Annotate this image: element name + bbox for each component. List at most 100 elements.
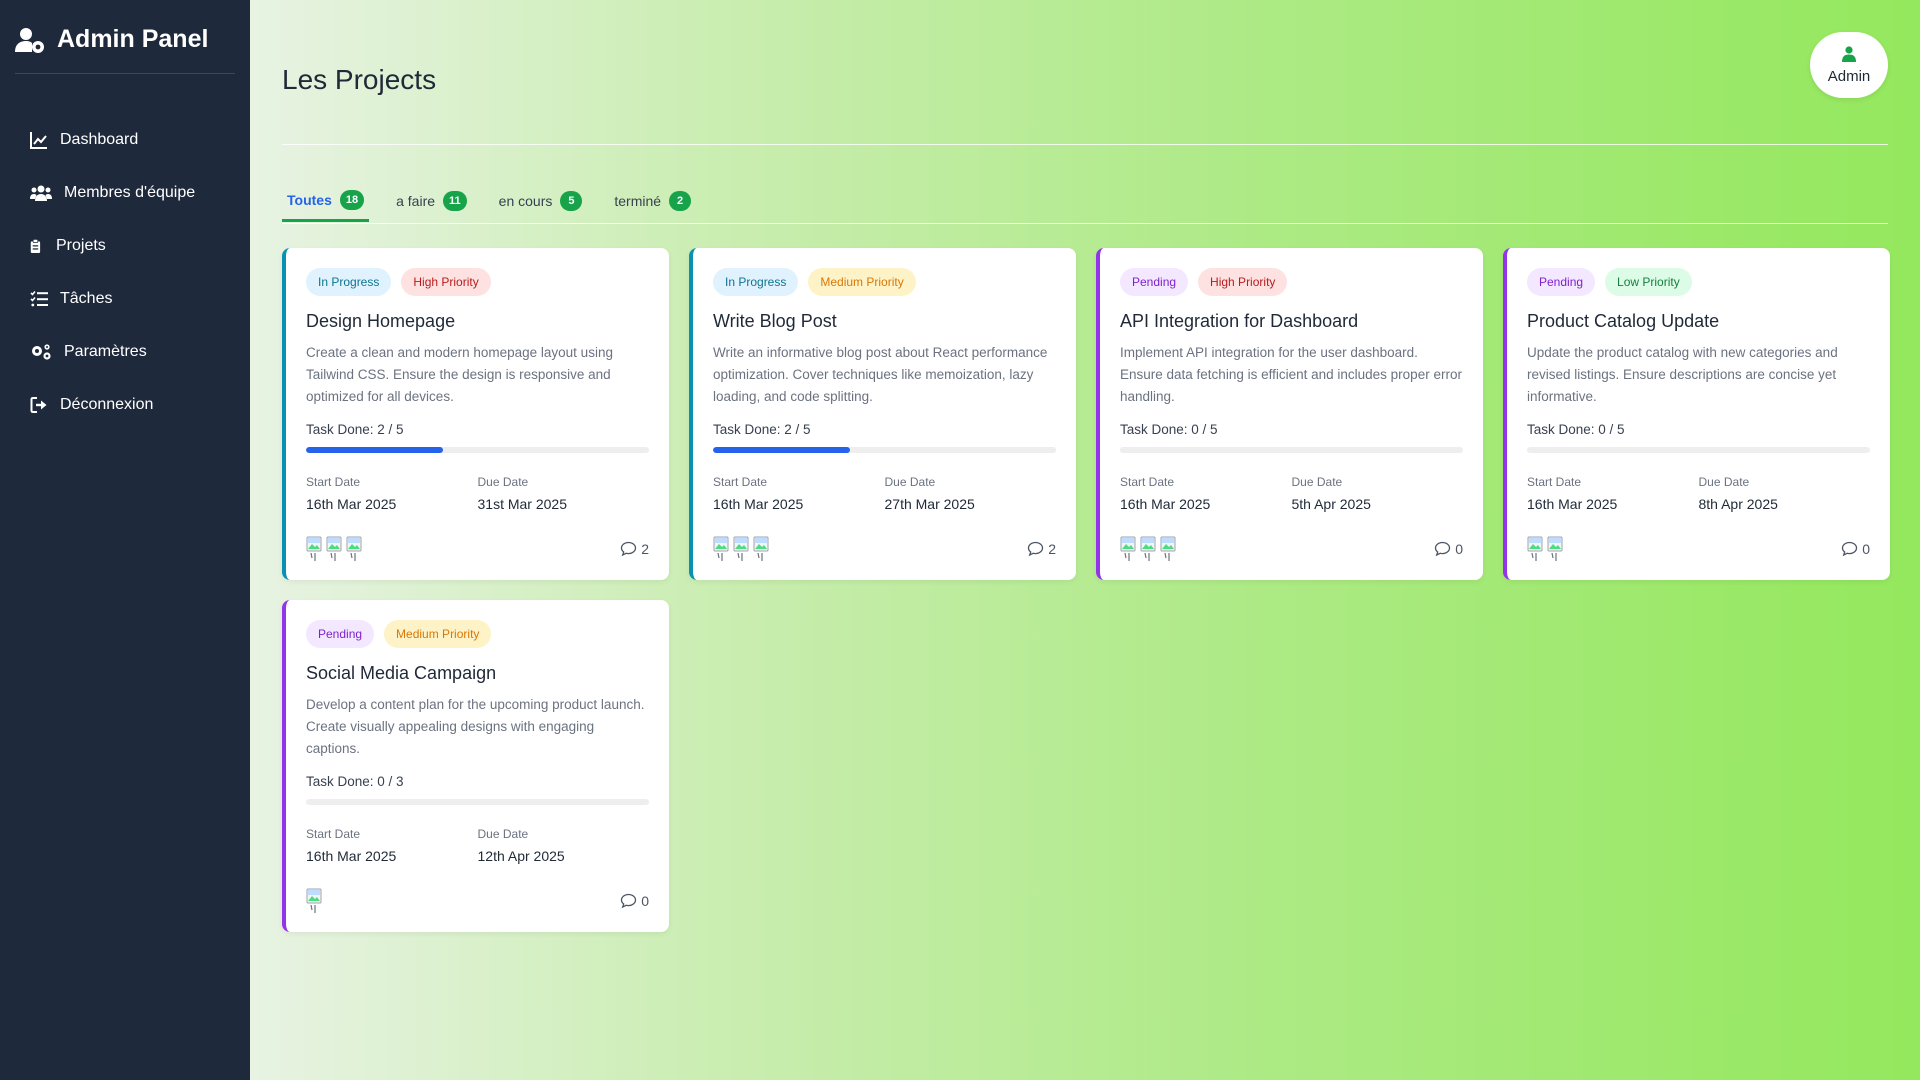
project-card[interactable]: Pending High Priority API Integration fo… bbox=[1096, 248, 1483, 580]
avatar-broken-image-icon bbox=[1547, 536, 1563, 561]
priority-badge: Medium Priority bbox=[808, 268, 916, 296]
assignee-avatars bbox=[306, 888, 324, 914]
comment-icon bbox=[621, 541, 637, 557]
comments-button[interactable]: 0 bbox=[1841, 541, 1870, 557]
user-menu-button[interactable]: Admin bbox=[1810, 32, 1888, 98]
sidebar-item-label: Dashboard bbox=[60, 130, 139, 148]
avatar-broken-image-icon bbox=[1160, 536, 1176, 561]
avatar-broken-image-icon bbox=[346, 536, 362, 561]
tab-in-progress[interactable]: en cours 5 bbox=[494, 180, 588, 222]
avatar-broken-image-icon bbox=[326, 536, 342, 561]
header-divider bbox=[282, 144, 1888, 145]
status-badge: Pending bbox=[306, 620, 375, 648]
start-date-label: Start Date bbox=[1120, 475, 1175, 489]
task-list-icon bbox=[30, 290, 48, 306]
sidebar-item-settings[interactable]: Paramètres bbox=[30, 325, 230, 378]
project-tabs: Toutes 18 a faire 11 en cours 5 terminé … bbox=[282, 180, 718, 222]
project-card[interactable]: In Progress High Priority Design Homepag… bbox=[282, 248, 669, 580]
sidebar-item-label: Paramètres bbox=[64, 342, 147, 360]
page-title: Les Projects bbox=[282, 64, 437, 95]
avatar-broken-image-icon bbox=[306, 536, 322, 561]
task-done-text: Task Done: 2 / 5 bbox=[306, 422, 404, 437]
project-title: Product Catalog Update bbox=[1527, 311, 1720, 331]
sidebar-item-logout[interactable]: Déconnexion bbox=[30, 378, 230, 431]
start-date-value: 16th Mar 2025 bbox=[1527, 496, 1618, 512]
tab-todo[interactable]: a faire 11 bbox=[391, 180, 472, 222]
tab-label: en cours bbox=[498, 193, 553, 209]
comment-count: 2 bbox=[641, 541, 649, 557]
comment-count: 0 bbox=[641, 893, 649, 909]
sidebar-nav: Dashboard Membres d'équipe Projets Tâche… bbox=[30, 113, 230, 431]
tab-count-badge: 2 bbox=[669, 191, 692, 211]
clipboard-icon bbox=[30, 238, 41, 253]
comments-button[interactable]: 2 bbox=[1027, 541, 1056, 557]
progress-bar bbox=[306, 799, 649, 805]
progress-fill bbox=[306, 447, 444, 453]
main-content: Les Projects Admin Toutes 18 a faire 11 … bbox=[250, 0, 1920, 1080]
tab-label: a faire bbox=[396, 193, 436, 209]
tab-count-badge: 5 bbox=[560, 191, 583, 211]
logout-icon bbox=[30, 396, 47, 413]
comments-button[interactable]: 0 bbox=[1434, 541, 1463, 557]
comments-button[interactable]: 2 bbox=[620, 541, 649, 557]
sidebar-item-label: Déconnexion bbox=[60, 395, 154, 413]
task-done-text: Task Done: 0 / 3 bbox=[306, 774, 404, 789]
task-done-text: Task Done: 0 / 5 bbox=[1527, 422, 1625, 437]
start-date-value: 16th Mar 2025 bbox=[713, 496, 804, 512]
project-description: Implement API integration for the user d… bbox=[1120, 345, 1462, 404]
progress-bar bbox=[306, 447, 649, 453]
due-date-value: 8th Apr 2025 bbox=[1698, 496, 1778, 512]
start-date-label: Start Date bbox=[713, 475, 768, 489]
comment-icon bbox=[1435, 541, 1451, 557]
status-badge: In Progress bbox=[713, 268, 799, 296]
progress-bar bbox=[1527, 447, 1870, 453]
due-date-label: Due Date bbox=[1698, 475, 1750, 489]
start-date-label: Start Date bbox=[306, 827, 361, 841]
user-label: Admin bbox=[1827, 67, 1871, 85]
sidebar-item-label: Membres d'équipe bbox=[64, 183, 196, 201]
avatar-broken-image-icon bbox=[713, 536, 729, 561]
avatar-broken-image-icon bbox=[1527, 536, 1543, 561]
tab-label: terminé bbox=[614, 193, 662, 209]
due-date-label: Due Date bbox=[1291, 475, 1343, 489]
progress-bar bbox=[1120, 447, 1463, 453]
sidebar-item-projects[interactable]: Projets bbox=[30, 219, 230, 272]
sidebar-item-tasks[interactable]: Tâches bbox=[30, 272, 230, 325]
project-title: Social Media Campaign bbox=[306, 663, 497, 683]
task-done-text: Task Done: 2 / 5 bbox=[713, 422, 811, 437]
tab-label: Toutes bbox=[287, 191, 332, 208]
start-date-label: Start Date bbox=[1527, 475, 1582, 489]
due-date-label: Due Date bbox=[477, 475, 529, 489]
project-title: API Integration for Dashboard bbox=[1120, 311, 1359, 331]
status-badge: Pending bbox=[1527, 268, 1596, 296]
due-date-value: 27th Mar 2025 bbox=[884, 496, 975, 512]
tabs-divider bbox=[282, 223, 1888, 224]
gears-icon bbox=[32, 343, 51, 360]
start-date-value: 16th Mar 2025 bbox=[306, 496, 397, 512]
tab-completed[interactable]: terminé 2 bbox=[609, 180, 696, 222]
project-title: Design Homepage bbox=[306, 311, 456, 331]
avatar-broken-image-icon bbox=[306, 888, 322, 913]
user-cog-icon bbox=[15, 27, 44, 53]
comments-button[interactable]: 0 bbox=[620, 893, 649, 909]
project-grid: In Progress High Priority Design Homepag… bbox=[282, 248, 1892, 932]
assignee-avatars bbox=[1120, 536, 1178, 562]
tab-all[interactable]: Toutes 18 bbox=[282, 180, 370, 222]
project-title: Write Blog Post bbox=[713, 311, 837, 331]
project-card[interactable]: In Progress Medium Priority Write Blog P… bbox=[689, 248, 1076, 580]
project-description: Write an informative blog post about Rea… bbox=[713, 345, 1048, 404]
priority-badge: Medium Priority bbox=[384, 620, 492, 648]
due-date-value: 31st Mar 2025 bbox=[477, 496, 568, 512]
priority-badge: Low Priority bbox=[1605, 268, 1692, 296]
sidebar-item-dashboard[interactable]: Dashboard bbox=[30, 113, 230, 166]
sidebar-item-team-members[interactable]: Membres d'équipe bbox=[30, 166, 230, 219]
due-date-value: 5th Apr 2025 bbox=[1291, 496, 1371, 512]
comment-icon bbox=[621, 893, 637, 909]
users-icon bbox=[30, 185, 52, 201]
start-date-label: Start Date bbox=[306, 475, 361, 489]
start-date-value: 16th Mar 2025 bbox=[1120, 496, 1211, 512]
project-card[interactable]: Pending Low Priority Product Catalog Upd… bbox=[1503, 248, 1890, 580]
project-card[interactable]: Pending Medium Priority Social Media Cam… bbox=[282, 600, 669, 932]
sidebar-item-label: Projets bbox=[56, 236, 106, 254]
chart-line-icon bbox=[30, 131, 47, 149]
